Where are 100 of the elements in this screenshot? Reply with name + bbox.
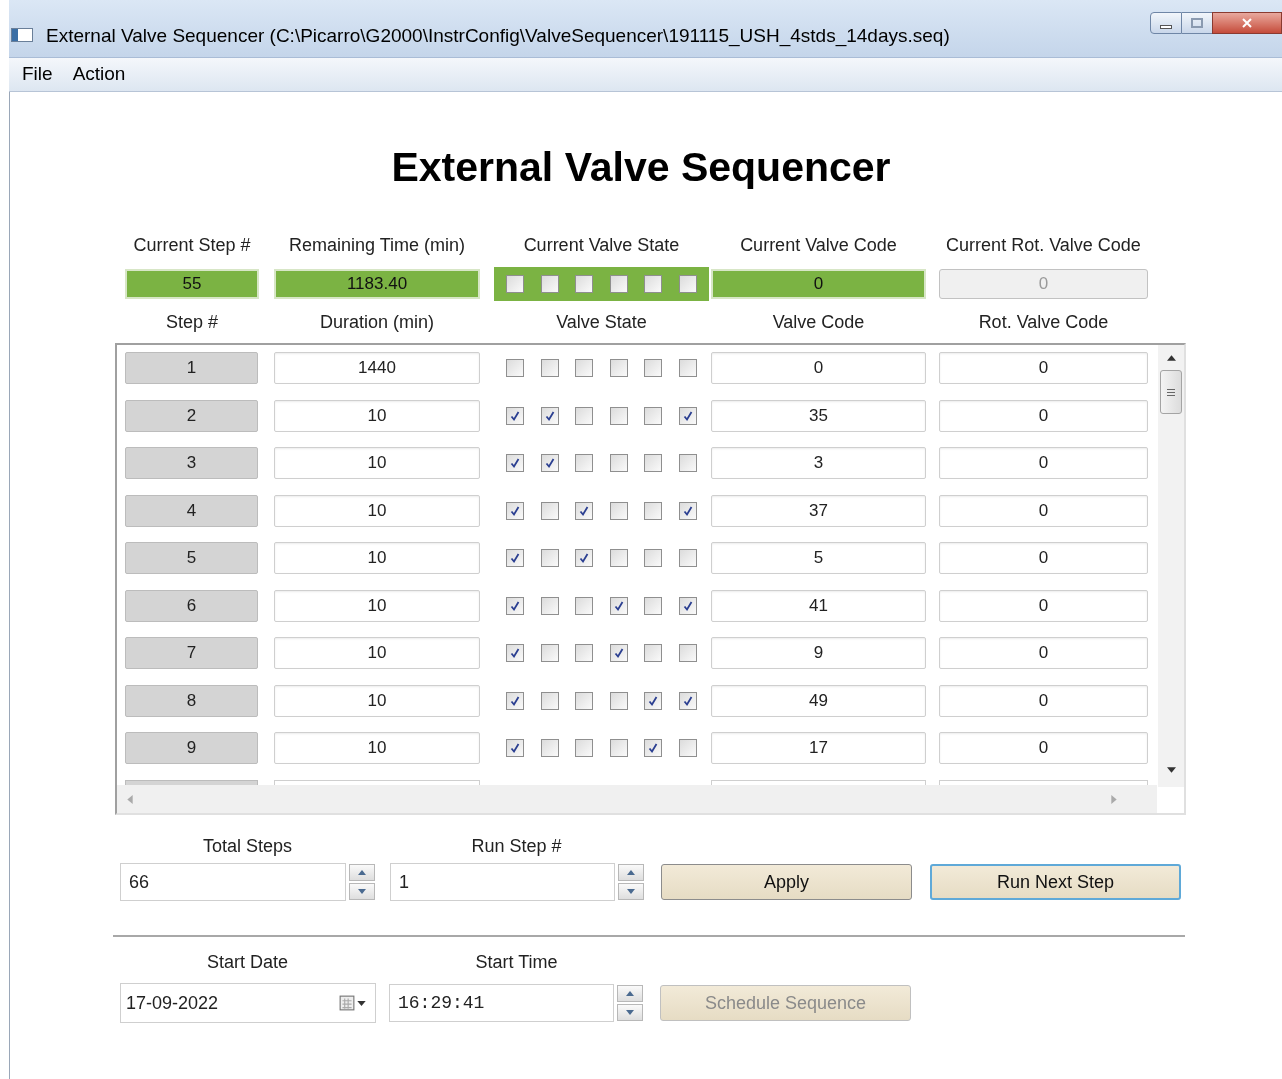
horizontal-scrollbar[interactable] — [117, 785, 1157, 813]
duration-field[interactable]: 10 — [274, 399, 480, 432]
checkbox[interactable] — [678, 454, 697, 472]
checkbox[interactable] — [609, 359, 628, 377]
checkbox[interactable] — [540, 596, 559, 615]
valve-code-field[interactable]: 37 — [711, 494, 926, 527]
close-button[interactable] — [1212, 12, 1282, 34]
checkbox[interactable] — [678, 644, 697, 662]
duration-field[interactable]: 10 — [274, 494, 480, 527]
checkbox[interactable] — [575, 275, 594, 293]
checkbox[interactable] — [575, 596, 594, 615]
input-field[interactable]: 66 — [120, 863, 346, 901]
checkbox[interactable] — [644, 359, 663, 377]
spin-buttons[interactable] — [618, 864, 644, 900]
duration-field[interactable]: 10 — [274, 732, 480, 764]
checkbox[interactable] — [609, 406, 628, 425]
checkbox[interactable] — [540, 549, 559, 567]
rot-valve-code-field[interactable]: 0 — [939, 637, 1148, 669]
checkbox[interactable] — [540, 644, 559, 662]
checkbox[interactable] — [609, 739, 628, 757]
menu-item[interactable]: Action — [64, 60, 134, 89]
checkbox[interactable] — [540, 501, 559, 520]
checkbox[interactable] — [506, 644, 524, 662]
checkbox[interactable] — [678, 739, 697, 757]
checkbox[interactable] — [678, 596, 697, 615]
spin-buttons[interactable] — [349, 864, 375, 900]
valve-code-field[interactable]: 17 — [711, 732, 926, 764]
checkbox[interactable] — [506, 454, 524, 472]
checkbox[interactable] — [609, 275, 628, 293]
scroll-down-icon[interactable] — [1166, 767, 1176, 773]
vertical-scrollbar[interactable] — [1158, 345, 1184, 787]
checkbox[interactable] — [540, 739, 559, 757]
rot-valve-code-field[interactable]: 0 — [939, 732, 1148, 764]
calendar-button[interactable] — [339, 995, 366, 1011]
date-picker[interactable]: 17-09-2022 — [120, 983, 376, 1023]
rot-valve-code-field[interactable]: 0 — [939, 494, 1148, 527]
checkbox[interactable] — [609, 549, 628, 567]
input-field[interactable]: 1 — [390, 863, 615, 901]
checkbox[interactable] — [609, 691, 628, 710]
duration-field[interactable]: 10 — [274, 589, 480, 622]
checkbox[interactable] — [540, 406, 559, 425]
checkbox[interactable] — [678, 691, 697, 710]
maximize-button[interactable] — [1182, 12, 1212, 34]
checkbox[interactable] — [644, 596, 663, 615]
checkbox[interactable] — [506, 359, 524, 377]
checkbox[interactable] — [540, 454, 559, 472]
rot-valve-code-field[interactable]: 0 — [939, 684, 1148, 717]
valve-code-field[interactable]: 0 — [711, 352, 926, 384]
checkbox[interactable] — [506, 275, 524, 293]
checkbox[interactable] — [678, 501, 697, 520]
rot-valve-code-field[interactable]: 0 — [939, 542, 1148, 574]
valve-code-field[interactable]: 5 — [711, 542, 926, 574]
scroll-right-icon[interactable] — [1111, 794, 1117, 804]
duration-field[interactable]: 10 — [274, 542, 480, 574]
valve-code-field[interactable]: 35 — [711, 399, 926, 432]
rot-valve-code-field[interactable]: 0 — [939, 447, 1148, 479]
checkbox[interactable] — [506, 549, 524, 567]
checkbox[interactable] — [506, 739, 524, 757]
valve-code-field[interactable]: 41 — [711, 589, 926, 622]
checkbox[interactable] — [644, 454, 663, 472]
checkbox[interactable] — [678, 549, 697, 567]
checkbox[interactable] — [644, 739, 663, 757]
duration-field[interactable]: 10 — [274, 684, 480, 717]
checkbox[interactable] — [575, 549, 594, 567]
checkbox[interactable] — [540, 691, 559, 710]
checkbox[interactable] — [575, 644, 594, 662]
checkbox[interactable] — [678, 406, 697, 425]
checkbox[interactable] — [678, 275, 697, 293]
rot-valve-code-field[interactable]: 0 — [939, 352, 1148, 384]
checkbox[interactable] — [506, 501, 524, 520]
checkbox[interactable] — [575, 454, 594, 472]
rot-valve-code-field[interactable]: 0 — [939, 399, 1148, 432]
minimize-button[interactable] — [1150, 12, 1182, 34]
checkbox[interactable] — [609, 501, 628, 520]
checkbox[interactable] — [609, 596, 628, 615]
checkbox[interactable] — [678, 359, 697, 377]
checkbox[interactable] — [609, 454, 628, 472]
duration-field[interactable]: 1440 — [274, 352, 480, 384]
spin-buttons[interactable] — [617, 985, 643, 1021]
checkbox[interactable] — [644, 501, 663, 520]
checkbox[interactable] — [644, 691, 663, 710]
valve-code-field[interactable]: 49 — [711, 684, 926, 717]
checkbox[interactable] — [540, 359, 559, 377]
scroll-left-icon[interactable] — [127, 794, 133, 804]
checkbox[interactable] — [644, 549, 663, 567]
checkbox[interactable] — [540, 275, 559, 293]
checkbox[interactable] — [575, 359, 594, 377]
duration-field[interactable]: 10 — [274, 447, 480, 479]
checkbox[interactable] — [506, 691, 524, 710]
menu-item[interactable]: File — [14, 60, 61, 89]
duration-field[interactable]: 10 — [274, 637, 480, 669]
time-field[interactable]: 16:29:41 — [389, 984, 614, 1022]
checkbox[interactable] — [575, 501, 594, 520]
checkbox[interactable] — [644, 406, 663, 425]
valve-code-field[interactable]: 3 — [711, 447, 926, 479]
action-button[interactable]: Apply — [661, 864, 912, 900]
checkbox[interactable] — [575, 739, 594, 757]
checkbox[interactable] — [506, 406, 524, 425]
checkbox[interactable] — [644, 275, 663, 293]
checkbox[interactable] — [575, 691, 594, 710]
